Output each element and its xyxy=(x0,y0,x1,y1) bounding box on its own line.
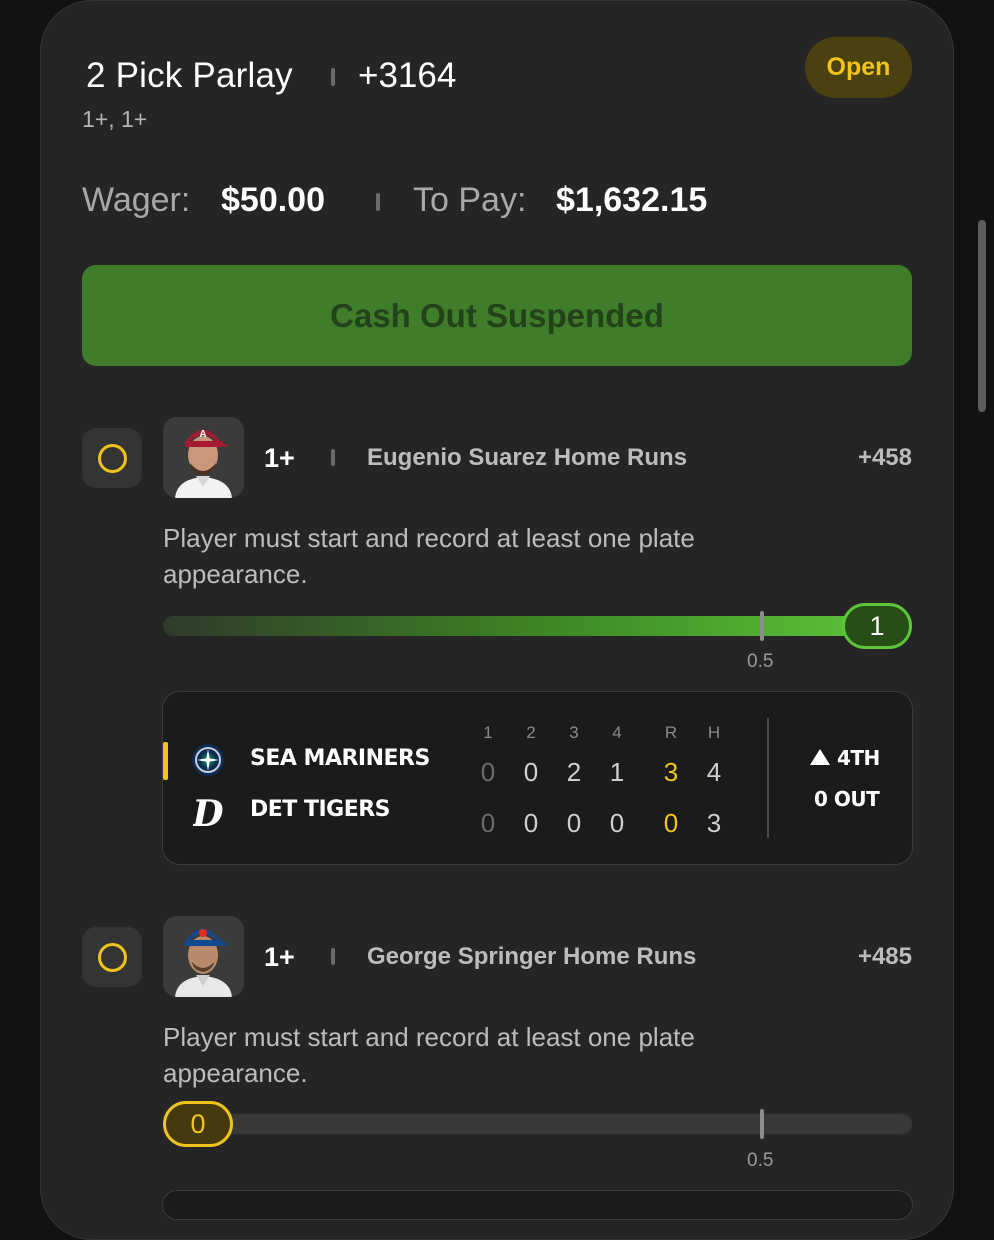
inning-top-arrow-icon xyxy=(809,748,831,771)
tigers-logo-icon: D xyxy=(191,793,223,836)
to-pay-value: $1,632.15 xyxy=(556,181,708,219)
bet-odds: +3164 xyxy=(358,56,457,95)
scrollbar-thumb[interactable] xyxy=(978,220,986,412)
score-cell: 0 xyxy=(480,808,496,838)
score-column-header: R xyxy=(664,723,678,742)
score-column-header: 3 xyxy=(569,723,579,742)
score-cell: 3 xyxy=(706,808,722,838)
leg-1-progress-fill xyxy=(163,616,893,636)
score-cell: 0 xyxy=(523,808,539,838)
score-cell: 0 xyxy=(480,757,496,787)
leg-2-divider xyxy=(331,948,335,965)
bet-title: 2 Pick Parlay xyxy=(86,56,293,95)
score-column-header: 4 xyxy=(612,723,622,742)
bet-legs-summary: 1+, 1+ xyxy=(82,106,148,132)
title-divider xyxy=(331,68,335,86)
batting-team-indicator xyxy=(163,742,168,780)
player-avatar xyxy=(163,916,244,997)
outs-label: 0 OUT xyxy=(814,787,880,811)
score-cell: 0 xyxy=(523,757,539,787)
leg-1-rule: Player must start and record at least on… xyxy=(163,523,695,589)
leg-1-progress-track xyxy=(163,616,893,636)
svg-text:D: D xyxy=(193,793,223,831)
score-column-header: 2 xyxy=(526,723,536,742)
leg-1-divider xyxy=(331,449,335,466)
scoreboard-divider xyxy=(767,718,769,838)
leg-1-line: 1+ xyxy=(264,443,295,473)
leg-1-market: Eugenio Suarez Home Runs xyxy=(367,444,688,471)
score-column-header: 1 xyxy=(483,723,493,742)
team-name-home: DET TIGERS xyxy=(250,797,391,822)
cash-out-button[interactable]: Cash Out Suspended xyxy=(82,265,912,366)
leg-1-threshold-tick xyxy=(760,611,764,641)
score-cell: 3 xyxy=(663,757,679,787)
wager-value: $50.00 xyxy=(221,181,325,219)
status-badge: Open xyxy=(805,37,912,98)
leg-2-current-value: 0 xyxy=(163,1101,233,1147)
live-scoreboard[interactable] xyxy=(162,1190,913,1220)
leg-2-line: 1+ xyxy=(264,942,295,972)
score-cell: 1 xyxy=(609,757,625,787)
leg-2-threshold-label: 0.5 xyxy=(747,1150,774,1171)
score-cell: 0 xyxy=(566,808,582,838)
leg-1-odds: +458 xyxy=(857,444,912,471)
to-pay-label: To Pay: xyxy=(413,181,527,219)
svg-text:A: A xyxy=(199,429,206,440)
leg-1-threshold-label: 0.5 xyxy=(747,651,774,672)
leg-2-select-radio[interactable] xyxy=(82,927,142,987)
wager-divider xyxy=(376,193,380,211)
wager-label: Wager: xyxy=(82,181,191,219)
score-column-header: H xyxy=(707,723,721,742)
leg-2-threshold-tick xyxy=(760,1109,764,1139)
score-cell: 4 xyxy=(706,757,722,787)
score-cell: 0 xyxy=(663,808,679,838)
score-cell: 2 xyxy=(566,757,582,787)
leg-1-select-radio[interactable] xyxy=(82,428,142,488)
leg-2-odds: +485 xyxy=(857,943,912,970)
player-photo-icon xyxy=(163,916,244,997)
leg-2-rule: Player must start and record at least on… xyxy=(163,1022,695,1088)
leg-1-current-value: 1 xyxy=(842,603,912,649)
radio-circle-icon xyxy=(97,942,127,972)
score-cell: 0 xyxy=(609,808,625,838)
player-avatar: A xyxy=(163,417,244,498)
leg-2-market: George Springer Home Runs xyxy=(367,943,697,970)
team-name-away: SEA MARINERS xyxy=(250,746,430,771)
leg-2-progress-track xyxy=(163,1114,912,1134)
radio-circle-icon xyxy=(97,443,127,473)
mariners-logo-icon xyxy=(191,743,225,782)
inning-label: 4TH xyxy=(837,746,880,770)
player-photo-icon: A xyxy=(163,417,244,498)
